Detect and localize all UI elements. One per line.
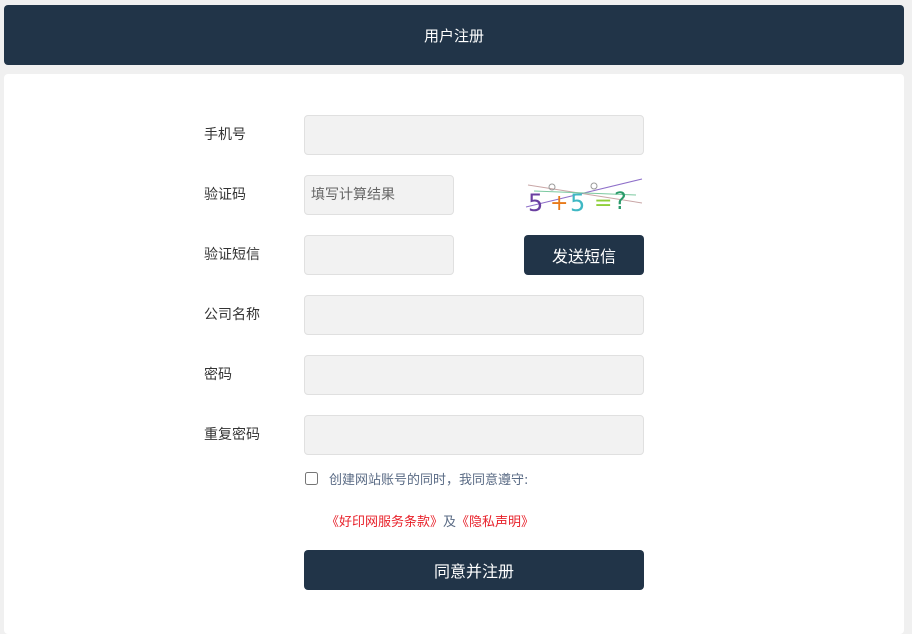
registration-form: 手机号 验证码 5 + 5 = ? 验证短信 发送短信 公司名称 密码 重复密码… bbox=[4, 74, 904, 634]
password-confirm-label: 重复密码 bbox=[204, 427, 260, 443]
svg-text:=: = bbox=[594, 191, 612, 215]
phone-input[interactable] bbox=[304, 115, 644, 155]
svg-text:5: 5 bbox=[570, 189, 585, 215]
svg-text:+: + bbox=[550, 191, 568, 215]
page-title: 用户注册 bbox=[423, 26, 484, 45]
register-button[interactable]: 同意并注册 bbox=[304, 550, 644, 590]
terms-link[interactable]: 《好印网服务条款》 bbox=[326, 515, 443, 530]
password-label: 密码 bbox=[204, 367, 232, 383]
phone-label: 手机号 bbox=[204, 127, 246, 143]
company-label: 公司名称 bbox=[204, 307, 260, 323]
agree-checkbox[interactable] bbox=[305, 471, 318, 485]
send-sms-button[interactable]: 发送短信 bbox=[524, 235, 644, 275]
svg-text:5: 5 bbox=[528, 189, 543, 215]
agree-row: 创建网站账号的同时，我同意遵守: bbox=[304, 470, 529, 488]
agree-text: 创建网站账号的同时，我同意遵守: bbox=[329, 472, 529, 488]
captcha-input[interactable] bbox=[304, 175, 454, 215]
svg-text:?: ? bbox=[614, 187, 627, 215]
page-header: 用户注册 bbox=[4, 5, 904, 65]
password-input[interactable] bbox=[304, 355, 644, 395]
sms-label: 验证短信 bbox=[204, 247, 260, 263]
terms-and-text: 及 bbox=[443, 515, 457, 530]
sms-code-input[interactable] bbox=[304, 235, 454, 275]
privacy-link[interactable]: 《隐私声明》 bbox=[456, 515, 534, 530]
captcha-label: 验证码 bbox=[204, 187, 246, 203]
captcha-image[interactable]: 5 + 5 = ? bbox=[524, 175, 644, 215]
terms-line: 《好印网服务条款》及《隐私声明》 bbox=[326, 511, 534, 530]
password-confirm-input[interactable] bbox=[304, 415, 644, 455]
company-input[interactable] bbox=[304, 295, 644, 335]
